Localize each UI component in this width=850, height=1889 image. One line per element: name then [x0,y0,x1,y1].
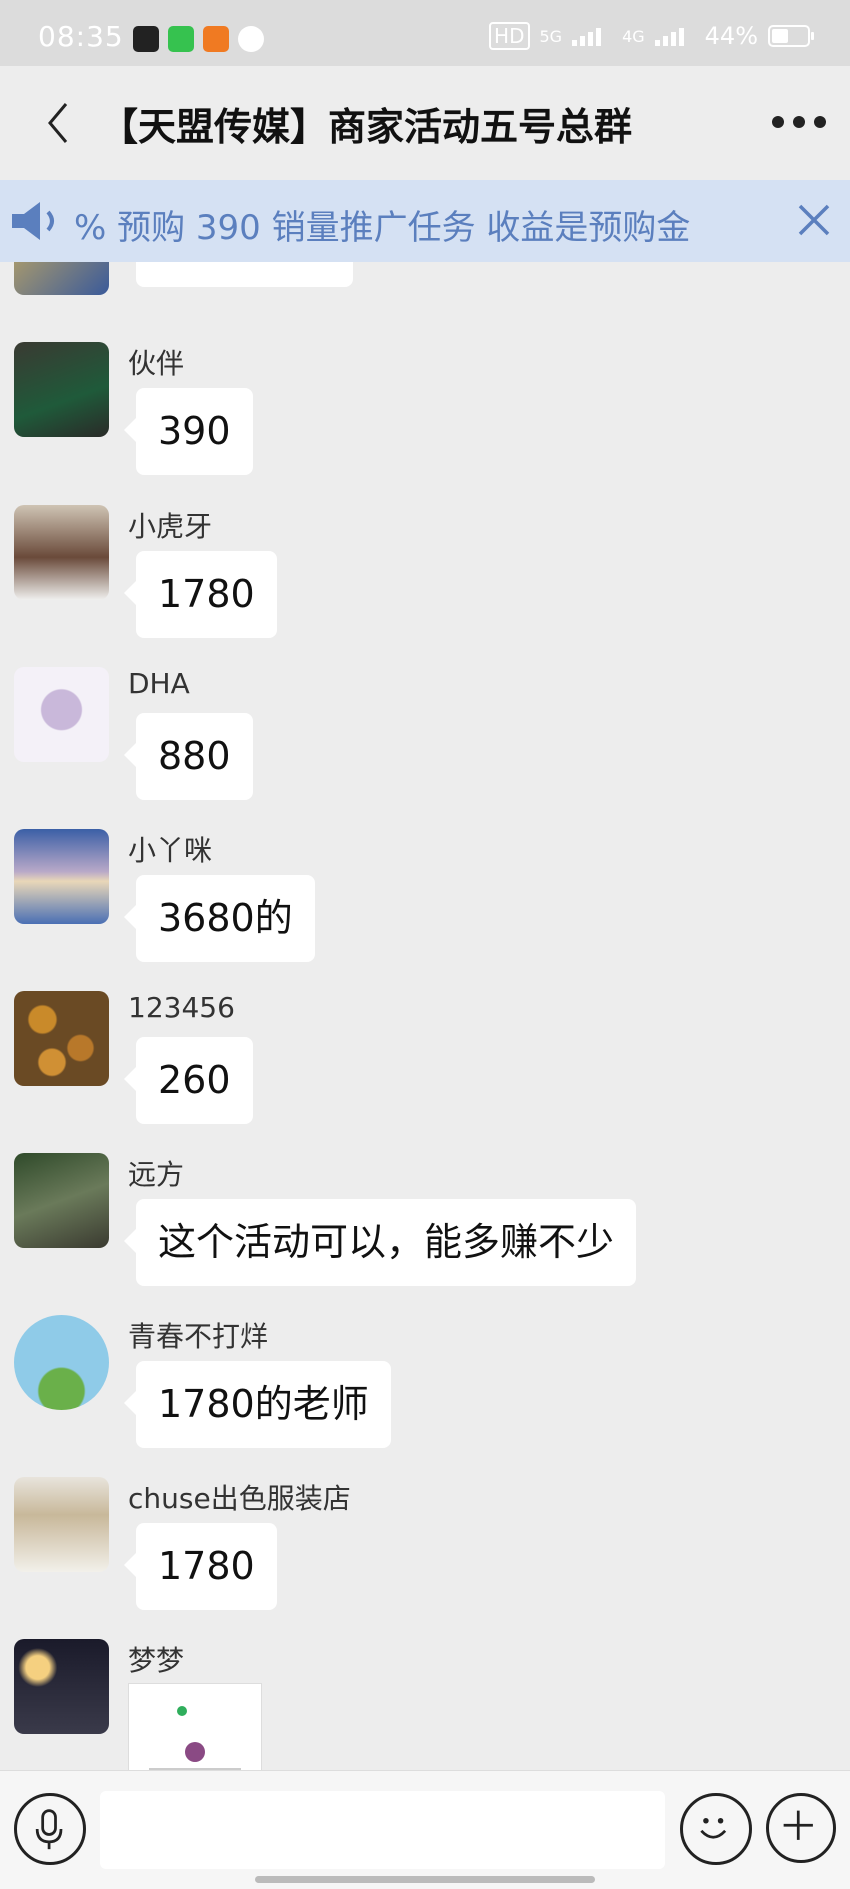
speaker-icon [12,202,54,240]
status-time: 08:35 [38,20,124,53]
avatar[interactable] [14,829,109,924]
signal-icon [654,24,695,48]
avatar[interactable] [14,342,109,437]
message-bubble[interactable]: 1780的老师 [124,1361,391,1448]
more-dots-icon[interactable] [772,112,826,132]
announcement-text: % 预购 390 销量推广任务 收益是预购金 [74,208,691,248]
avatar[interactable] [14,262,109,295]
4g-label: 4G [622,26,645,46]
message-bubble[interactable]: 260 [124,1037,253,1124]
message-bubble[interactable]: 我选1780 [136,262,353,287]
emoji-button[interactable] [680,1793,752,1865]
avatar[interactable] [14,1639,109,1734]
app-notification-icon [133,26,159,52]
sender-name: 青春不打烊 [128,1320,269,1353]
plus-icon [783,1810,813,1840]
battery-icon [768,25,814,47]
sender-name: 123456 [128,991,235,1024]
avatar[interactable] [14,1315,109,1410]
voice-button[interactable] [14,1793,86,1865]
app-notification-icon [203,26,229,52]
input-bar [0,1770,850,1889]
avatar[interactable] [14,1153,109,1248]
app-notification-icon [238,26,264,52]
image-message[interactable] [128,1683,262,1770]
plus-button[interactable] [766,1793,836,1863]
close-icon[interactable] [794,200,834,240]
avatar[interactable] [14,505,109,600]
sender-name: 小丫咪 [128,834,213,867]
message-bubble[interactable]: 1780 [124,1523,277,1610]
microphone-icon [35,1809,63,1850]
back-chevron-icon[interactable] [40,100,80,146]
sender-name: DHA [128,667,190,700]
page-title: 【天盟传媒】商家活动五号总群 [100,105,633,149]
signal-icon [572,24,612,48]
hd-label: HD [489,22,530,50]
home-indicator[interactable] [255,1876,595,1883]
message-bubble[interactable]: 390 [124,388,253,475]
5g-label: 5G [539,26,563,46]
avatar[interactable] [14,991,109,1086]
chat-list[interactable]: 我选1780 伙伴 390 小虎牙 1780 DHA 880 小丫咪 3680的… [0,262,850,1770]
avatar[interactable] [14,667,109,762]
message-bubble[interactable]: 这个活动可以，能多赚不少 [123,1199,637,1286]
iqiyi-notification-icon [168,26,194,52]
smiley-icon [700,1818,727,1839]
message-input[interactable] [100,1791,665,1869]
sender-name: chuse出色服装店 [128,1482,351,1515]
sender-name: 小虎牙 [128,510,213,543]
message-bubble[interactable]: 1780 [124,551,277,638]
chat-header: 【天盟传媒】商家活动五号总群 [0,66,850,180]
sender-name: 梦梦 [128,1644,185,1677]
message-bubble[interactable]: 880 [124,713,253,800]
sender-name: 伙伴 [128,347,185,380]
battery-percent: 44% [704,22,758,50]
sender-name: 远方 [128,1158,185,1191]
avatar[interactable] [14,1477,109,1572]
message-bubble[interactable]: 3680的 [124,875,315,962]
status-indicators: HD 5G 4G 44% [489,22,814,50]
status-bar: 08:35 HD 5G 4G 44% [0,0,850,66]
announcement-banner[interactable]: % 预购 390 销量推广任务 收益是预购金 [0,180,850,262]
